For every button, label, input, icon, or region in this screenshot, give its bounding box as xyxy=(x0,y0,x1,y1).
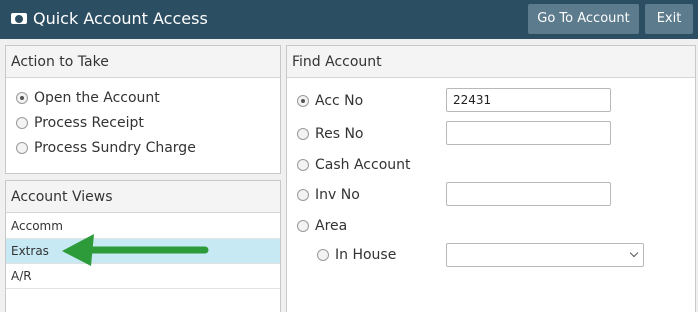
money-icon xyxy=(11,13,27,24)
inv-no-input[interactable] xyxy=(446,182,611,206)
radio-label: Open the Account xyxy=(34,90,160,106)
annotation-arrow xyxy=(62,234,209,266)
radio-process-receipt[interactable]: Process Receipt xyxy=(16,115,144,131)
find-account-panel: Find Account Acc No Res No Cash Account … xyxy=(286,45,696,312)
radio-label: Cash Account xyxy=(315,157,411,173)
account-views-heading: Account Views xyxy=(6,181,280,213)
window-title: Quick Account Access xyxy=(33,9,208,28)
title-bar: Quick Account Access Go To Account Exit xyxy=(0,0,698,39)
radio-cash-account[interactable]: Cash Account xyxy=(297,157,411,173)
find-account-heading: Find Account xyxy=(287,46,695,78)
acc-no-input[interactable] xyxy=(446,88,611,112)
radio-button[interactable] xyxy=(16,92,28,104)
radio-button[interactable] xyxy=(297,159,309,171)
arrow-icon xyxy=(62,234,209,266)
radio-label: Res No xyxy=(315,126,364,142)
arrow-head xyxy=(62,234,94,266)
in-house-select[interactable] xyxy=(446,243,644,267)
action-panel-heading: Action to Take xyxy=(6,46,280,78)
exit-button[interactable]: Exit xyxy=(645,4,693,34)
radio-button[interactable] xyxy=(297,95,309,107)
radio-res-no[interactable]: Res No xyxy=(297,126,364,142)
radio-label: In House xyxy=(335,247,397,263)
go-to-account-button[interactable]: Go To Account xyxy=(528,4,639,34)
radio-button[interactable] xyxy=(297,220,309,232)
action-panel: Action to Take Open the Account Process … xyxy=(5,45,281,174)
radio-in-house[interactable]: In House xyxy=(317,247,396,263)
radio-button[interactable] xyxy=(16,117,28,129)
radio-open-account[interactable]: Open the Account xyxy=(16,90,160,106)
radio-button[interactable] xyxy=(297,128,309,140)
radio-button[interactable] xyxy=(317,249,329,261)
radio-label: Process Sundry Charge xyxy=(34,140,196,156)
radio-process-sundry-charge[interactable]: Process Sundry Charge xyxy=(16,140,196,156)
radio-inv-no[interactable]: Inv No xyxy=(297,187,360,203)
radio-label: Inv No xyxy=(315,187,360,203)
radio-button[interactable] xyxy=(297,189,309,201)
res-no-input[interactable] xyxy=(446,121,611,145)
radio-button[interactable] xyxy=(16,142,28,154)
chevron-down-icon xyxy=(629,248,639,258)
radio-label: Area xyxy=(315,218,348,234)
radio-label: Acc No xyxy=(315,93,364,109)
radio-acc-no[interactable]: Acc No xyxy=(297,93,363,109)
radio-area[interactable]: Area xyxy=(297,218,347,234)
radio-label: Process Receipt xyxy=(34,115,144,131)
